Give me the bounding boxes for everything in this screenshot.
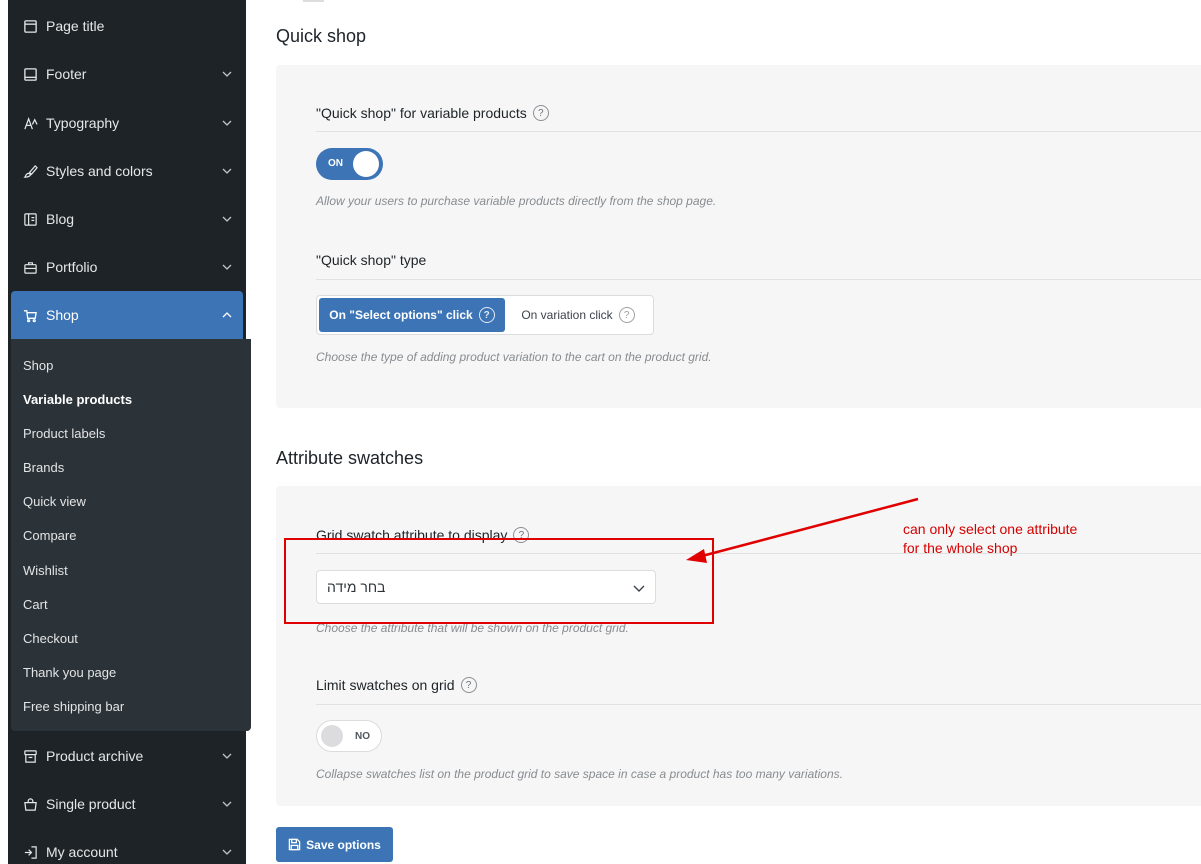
limit-swatches-label: Limit swatches on grid ? <box>316 677 477 693</box>
save-button-label: Save options <box>306 837 381 852</box>
limit-swatches-toggle[interactable]: NO <box>316 720 382 752</box>
quick-shop-variable-help: Allow your users to purchase variable pr… <box>316 194 717 208</box>
divider <box>316 704 1201 705</box>
shop-submenu: Shop Variable products Product labels Br… <box>11 339 251 731</box>
submenu-item-variable-products[interactable]: Variable products <box>23 392 132 407</box>
chevron-down-icon <box>222 120 232 126</box>
chevron-up-icon <box>222 312 232 318</box>
chevron-down-icon <box>222 849 232 855</box>
page-title-icon <box>22 18 38 34</box>
divider <box>316 131 1201 132</box>
annotation-line: for the whole shop <box>903 540 1018 556</box>
sidebar-item-footer[interactable]: Footer <box>11 50 243 98</box>
sidebar-item-label: Blog <box>46 211 75 227</box>
limit-swatches-help: Collapse swatches list on the product gr… <box>316 767 843 781</box>
sidebar-item-my-account[interactable]: My account <box>11 828 243 864</box>
top-tab-indicator <box>303 0 324 2</box>
brush-icon <box>22 163 38 179</box>
save-icon <box>288 838 301 851</box>
sidebar-item-product-archive[interactable]: Product archive <box>11 732 243 780</box>
submenu-item-wishlist[interactable]: Wishlist <box>23 563 68 578</box>
typography-icon <box>22 115 38 131</box>
archive-icon <box>22 748 38 764</box>
section-title-attribute-swatches: Attribute swatches <box>276 448 424 468</box>
sidebar-item-single-product[interactable]: Single product <box>11 780 243 828</box>
field-label-text: "Quick shop" type <box>316 252 427 268</box>
help-icon[interactable]: ? <box>478 307 495 323</box>
quick-shop-type-label: "Quick shop" type <box>316 252 426 268</box>
help-icon[interactable]: ? <box>618 307 635 323</box>
submenu-item-free-shipping-bar[interactable]: Free shipping bar <box>23 699 124 714</box>
chevron-down-icon <box>222 71 232 77</box>
quick-shop-type-help: Choose the type of adding product variat… <box>316 350 712 364</box>
option-label: On variation click <box>521 308 613 322</box>
section-title-quick-shop: Quick shop <box>276 26 367 46</box>
option-select-options-click[interactable]: On "Select options" click ? <box>319 298 505 332</box>
submenu-item-thank-you-page[interactable]: Thank you page <box>23 665 116 680</box>
annotation-note: can only select one attribute for the wh… <box>903 520 1077 558</box>
chevron-down-icon <box>222 264 232 270</box>
quick-shop-panel: "Quick shop" for variable products ? ON … <box>276 65 1201 408</box>
sidebar-item-portfolio[interactable]: Portfolio <box>11 243 243 291</box>
quick-shop-toggle[interactable]: ON <box>316 148 383 180</box>
cart-icon <box>22 307 38 323</box>
sidebar-item-label: Footer <box>46 66 87 82</box>
sidebar-item-label: My account <box>46 844 118 860</box>
sidebar-item-label: Styles and colors <box>46 163 153 179</box>
chevron-down-icon <box>222 216 232 222</box>
sidebar-item-label: Single product <box>46 796 136 812</box>
option-label: On "Select options" click <box>329 308 473 322</box>
sidebar-item-label: Page title <box>46 18 105 34</box>
annotation-line: can only select one attribute <box>903 521 1078 537</box>
toggle-knob <box>353 151 379 177</box>
chevron-down-icon <box>222 801 232 807</box>
submenu-item-compare[interactable]: Compare <box>23 528 76 543</box>
toggle-knob <box>321 725 343 747</box>
toggle-state-label: ON <box>328 158 343 169</box>
sidebar-item-label: Portfolio <box>46 259 98 275</box>
submenu-item-cart[interactable]: Cart <box>23 597 48 612</box>
blog-icon <box>22 211 38 227</box>
toggle-state-label: NO <box>355 731 370 742</box>
chevron-down-icon <box>222 753 232 759</box>
settings-sidebar: Page title Footer Typography Styles and … <box>8 0 251 864</box>
field-label-text: "Quick shop" for variable products <box>316 105 527 121</box>
sidebar-item-label: Product archive <box>46 748 144 764</box>
field-label-text: Limit swatches on grid <box>316 677 455 693</box>
quick-shop-variable-label: "Quick shop" for variable products ? <box>316 105 549 121</box>
save-options-button[interactable]: Save options <box>276 827 393 862</box>
help-icon[interactable]: ? <box>460 677 477 693</box>
chevron-down-icon <box>222 168 232 174</box>
theme-settings-page: Page title Footer Typography Styles and … <box>0 0 1201 864</box>
option-variation-click[interactable]: On variation click ? <box>505 298 651 332</box>
help-icon[interactable]: ? <box>532 105 549 121</box>
sidebar-item-label: Typography <box>46 115 120 131</box>
annotation-highlight-box <box>284 538 714 624</box>
sidebar-item-page-title[interactable]: Page title <box>11 2 243 50</box>
submenu-item-checkout[interactable]: Checkout <box>23 631 78 646</box>
submenu-item-brands[interactable]: Brands <box>23 460 64 475</box>
submenu-item-quick-view[interactable]: Quick view <box>23 494 86 509</box>
sidebar-item-typography[interactable]: Typography <box>11 99 243 147</box>
sidebar-item-shop[interactable]: Shop <box>11 291 243 339</box>
bag-icon <box>22 796 38 812</box>
sidebar-item-label: Shop <box>46 307 79 323</box>
divider <box>316 279 1201 280</box>
submenu-item-product-labels[interactable]: Product labels <box>23 426 105 441</box>
quick-shop-type-selector: On "Select options" click ? On variation… <box>316 295 654 335</box>
footer-icon <box>22 66 38 82</box>
sidebar-item-blog[interactable]: Blog <box>11 195 243 243</box>
login-icon <box>22 844 38 860</box>
sidebar-edge <box>0 0 8 864</box>
submenu-item-shop[interactable]: Shop <box>23 358 53 373</box>
sidebar-item-styles-and-colors[interactable]: Styles and colors <box>11 147 243 195</box>
briefcase-icon <box>22 259 38 275</box>
